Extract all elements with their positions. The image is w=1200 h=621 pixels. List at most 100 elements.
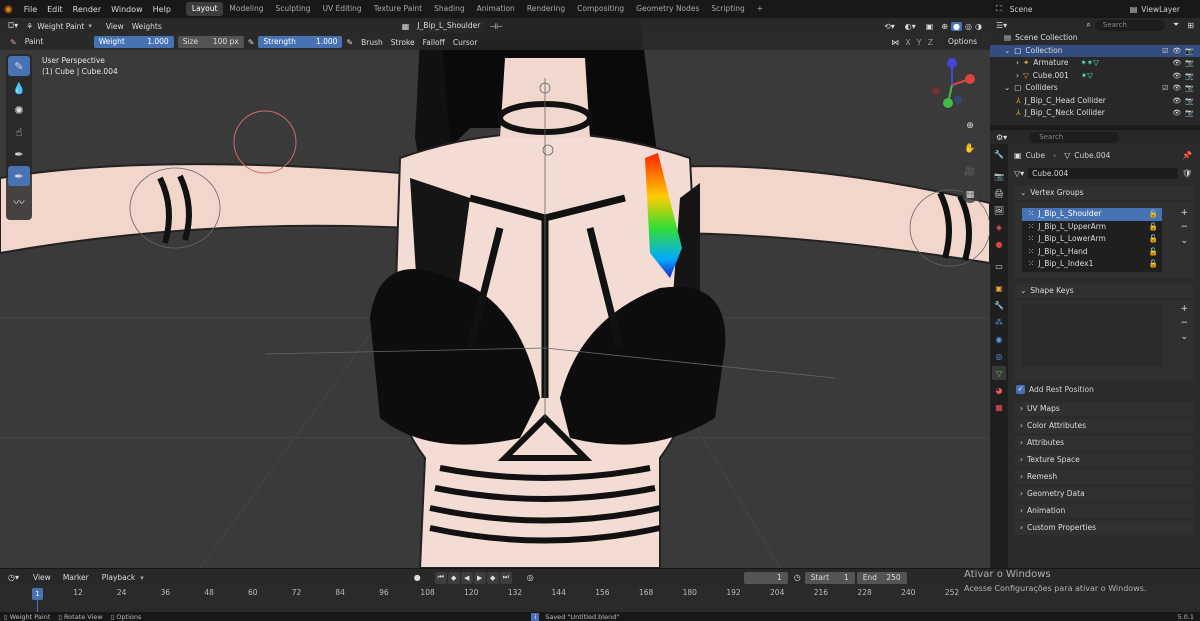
vertex-group-item[interactable]: ⁙ J_Bip_L_Shoulder 🔓 bbox=[1022, 208, 1162, 221]
weight-slider[interactable]: Weight 1.000 bbox=[93, 36, 174, 48]
mesh-name-field[interactable]: Cube.004 bbox=[1028, 167, 1179, 179]
tab-compositing[interactable]: Compositing bbox=[571, 2, 630, 16]
shape-keys-panel-header[interactable]: ⌄ Shape Keys bbox=[1014, 284, 1194, 298]
lock-icon[interactable]: 🔓 bbox=[1149, 246, 1158, 259]
animation-panel[interactable]: › Animation bbox=[1014, 504, 1194, 518]
next-keyframe-icon[interactable]: ◆ bbox=[486, 571, 499, 584]
tab-texture-paint[interactable]: Texture Paint bbox=[368, 2, 428, 16]
outliner-row-collection[interactable]: ⌄ ▢ Collection ☑ 👁 📷 bbox=[990, 44, 1200, 58]
filter-icon[interactable]: ⌕ bbox=[1086, 20, 1090, 30]
checkbox-icon[interactable]: ☑ bbox=[1162, 82, 1168, 95]
tab-layout[interactable]: Layout bbox=[185, 2, 224, 16]
playback-dropdown[interactable]: Playback bbox=[96, 571, 141, 584]
outliner-editor-icon[interactable]: ☰▾ bbox=[996, 21, 1007, 30]
navigation-gizmo[interactable] bbox=[922, 55, 982, 115]
blur-tool-icon[interactable]: 💧 bbox=[8, 78, 30, 98]
brush-dropdown[interactable]: Brush bbox=[357, 38, 387, 47]
remove-icon[interactable]: − bbox=[1180, 222, 1188, 232]
overlay-icon[interactable]: ◐▾ bbox=[905, 22, 916, 31]
data-tab-icon[interactable]: ▽ bbox=[992, 366, 1006, 380]
menu-window[interactable]: Window bbox=[106, 5, 148, 14]
constraints-tab-icon[interactable]: ◎ bbox=[992, 349, 1006, 363]
end-frame-field[interactable]: End 250 bbox=[856, 571, 907, 584]
xray-icon[interactable]: ▣ bbox=[926, 22, 934, 31]
specials-menu-icon[interactable]: ⌄ bbox=[1180, 332, 1188, 342]
lock-icon[interactable]: 🔓 bbox=[1149, 208, 1158, 221]
shape-key-list[interactable] bbox=[1022, 304, 1162, 366]
gizmo-visibility-icon[interactable]: ⟲▾ bbox=[884, 22, 895, 31]
outliner-row-neck-collider[interactable]: ⅄ J_Bip_C_Neck Collider 👁 📷 bbox=[990, 107, 1200, 120]
shading-material-icon[interactable]: ◎ bbox=[965, 22, 972, 31]
tab-sculpting[interactable]: Sculpting bbox=[270, 2, 317, 16]
current-frame-marker[interactable]: 1 bbox=[32, 588, 43, 600]
remove-icon[interactable]: − bbox=[1180, 318, 1188, 328]
add-workspace-button[interactable]: + bbox=[751, 2, 769, 16]
axis-y-toggle[interactable]: Y bbox=[917, 38, 922, 47]
options-dropdown[interactable]: Options bbox=[943, 36, 982, 48]
timeline-menu-marker[interactable]: Marker bbox=[59, 573, 93, 582]
menu-file[interactable]: File bbox=[19, 5, 42, 14]
sample-weight-tool-icon[interactable]: ✒ bbox=[8, 144, 30, 164]
material-tab-icon[interactable]: ◕ bbox=[992, 383, 1006, 397]
expand-icon[interactable]: ⌄ bbox=[1004, 82, 1010, 95]
draw-tool-icon[interactable]: ✎ bbox=[8, 56, 30, 76]
expand-icon[interactable]: › bbox=[1016, 57, 1019, 70]
outliner-search-input[interactable]: Search bbox=[1094, 19, 1165, 31]
camera-view-icon[interactable]: 🎥 bbox=[962, 164, 978, 180]
new-collection-icon[interactable]: ⊞ bbox=[1187, 21, 1194, 30]
jump-end-icon[interactable]: ⏭ bbox=[499, 571, 512, 584]
texture-tab-icon[interactable]: ▦ bbox=[992, 400, 1006, 414]
add-rest-position-checkbox[interactable]: ✓ bbox=[1016, 384, 1025, 394]
shading-rendered-icon[interactable]: ◑ bbox=[975, 22, 982, 31]
vertex-group-item[interactable]: ⁙ J_Bip_L_UpperArm 🔓 bbox=[1022, 221, 1162, 234]
mode-selector[interactable]: Weight Paint bbox=[33, 22, 88, 31]
object-tab-icon[interactable]: ▣ bbox=[992, 281, 1006, 295]
play-icon[interactable]: ▶ bbox=[473, 571, 486, 584]
play-reverse-icon[interactable]: ◀ bbox=[460, 571, 473, 584]
zoom-icon[interactable]: ⊕ bbox=[962, 118, 978, 134]
falloff-dropdown[interactable]: Falloff bbox=[419, 38, 449, 47]
fake-user-icon[interactable]: 🛡 bbox=[1182, 169, 1192, 178]
axis-x-toggle[interactable]: X bbox=[905, 38, 910, 47]
lock-icon[interactable]: 🔓 bbox=[1149, 258, 1158, 271]
cursor-dropdown[interactable]: Cursor bbox=[449, 38, 482, 47]
brush-selector[interactable]: Paint bbox=[19, 36, 90, 48]
physics-tab-icon[interactable]: ◉ bbox=[992, 332, 1006, 346]
tab-animation[interactable]: Animation bbox=[471, 2, 521, 16]
keying-icon[interactable]: ◎ bbox=[527, 573, 534, 582]
lock-icon[interactable]: 🔓 bbox=[1149, 233, 1158, 246]
symmetry-icon[interactable]: ⊣⊢ bbox=[489, 22, 503, 31]
properties-search-input[interactable]: Search bbox=[1029, 131, 1120, 143]
tab-geometry-nodes[interactable]: Geometry Nodes bbox=[630, 2, 705, 16]
attributes-panel[interactable]: › Attributes bbox=[1014, 436, 1194, 450]
viewlayer-icon[interactable]: ▤ bbox=[1130, 5, 1138, 14]
mesh-datablock-icon[interactable]: ▽▾ bbox=[1014, 169, 1024, 178]
mirror-icon[interactable]: ⋈ bbox=[891, 38, 899, 47]
particles-tab-icon[interactable]: ⁂ bbox=[992, 315, 1006, 329]
tab-modeling[interactable]: Modeling bbox=[223, 2, 269, 16]
tab-rendering[interactable]: Rendering bbox=[521, 2, 571, 16]
pin-icon[interactable]: 📌 bbox=[1182, 151, 1192, 160]
smear-tool-icon[interactable]: ☝ bbox=[8, 122, 30, 142]
vertex-group-item[interactable]: ⁙ J_Bip_L_Hand 🔓 bbox=[1022, 246, 1162, 259]
add-icon[interactable]: + bbox=[1180, 208, 1188, 218]
texture-space-panel[interactable]: › Texture Space bbox=[1014, 453, 1194, 467]
color-attributes-panel[interactable]: › Color Attributes bbox=[1014, 419, 1194, 433]
camera-icon[interactable]: 📷 bbox=[1185, 57, 1194, 70]
specials-menu-icon[interactable]: ⌄ bbox=[1180, 236, 1188, 246]
outliner-row-colliders[interactable]: ⌄ ▢ Colliders ☑ 👁 📷 bbox=[990, 82, 1200, 95]
sample-group-tool-icon[interactable]: ✒ bbox=[8, 166, 30, 186]
output-tab-icon[interactable]: 🖨 bbox=[992, 186, 1006, 200]
outliner-filter-icon[interactable]: ⏷ bbox=[1173, 20, 1179, 30]
uv-maps-panel[interactable]: › UV Maps bbox=[1014, 402, 1194, 416]
expand-icon[interactable]: ⌄ bbox=[1004, 45, 1010, 58]
pressure-strength-icon[interactable]: ✎ bbox=[346, 38, 353, 47]
collection-tab-icon[interactable]: ▭ bbox=[992, 259, 1006, 273]
scene-selector[interactable]: Scene bbox=[1010, 5, 1033, 14]
clock-icon[interactable]: ◷ bbox=[794, 573, 801, 582]
menu-edit[interactable]: Edit bbox=[42, 5, 68, 14]
menu-help[interactable]: Help bbox=[148, 5, 176, 14]
camera-icon[interactable]: 📷 bbox=[1185, 95, 1194, 108]
vertex-groups-panel-header[interactable]: ⌄ Vertex Groups bbox=[1014, 186, 1194, 200]
vertex-group-item[interactable]: ⁙ J_Bip_L_LowerArm 🔓 bbox=[1022, 233, 1162, 246]
